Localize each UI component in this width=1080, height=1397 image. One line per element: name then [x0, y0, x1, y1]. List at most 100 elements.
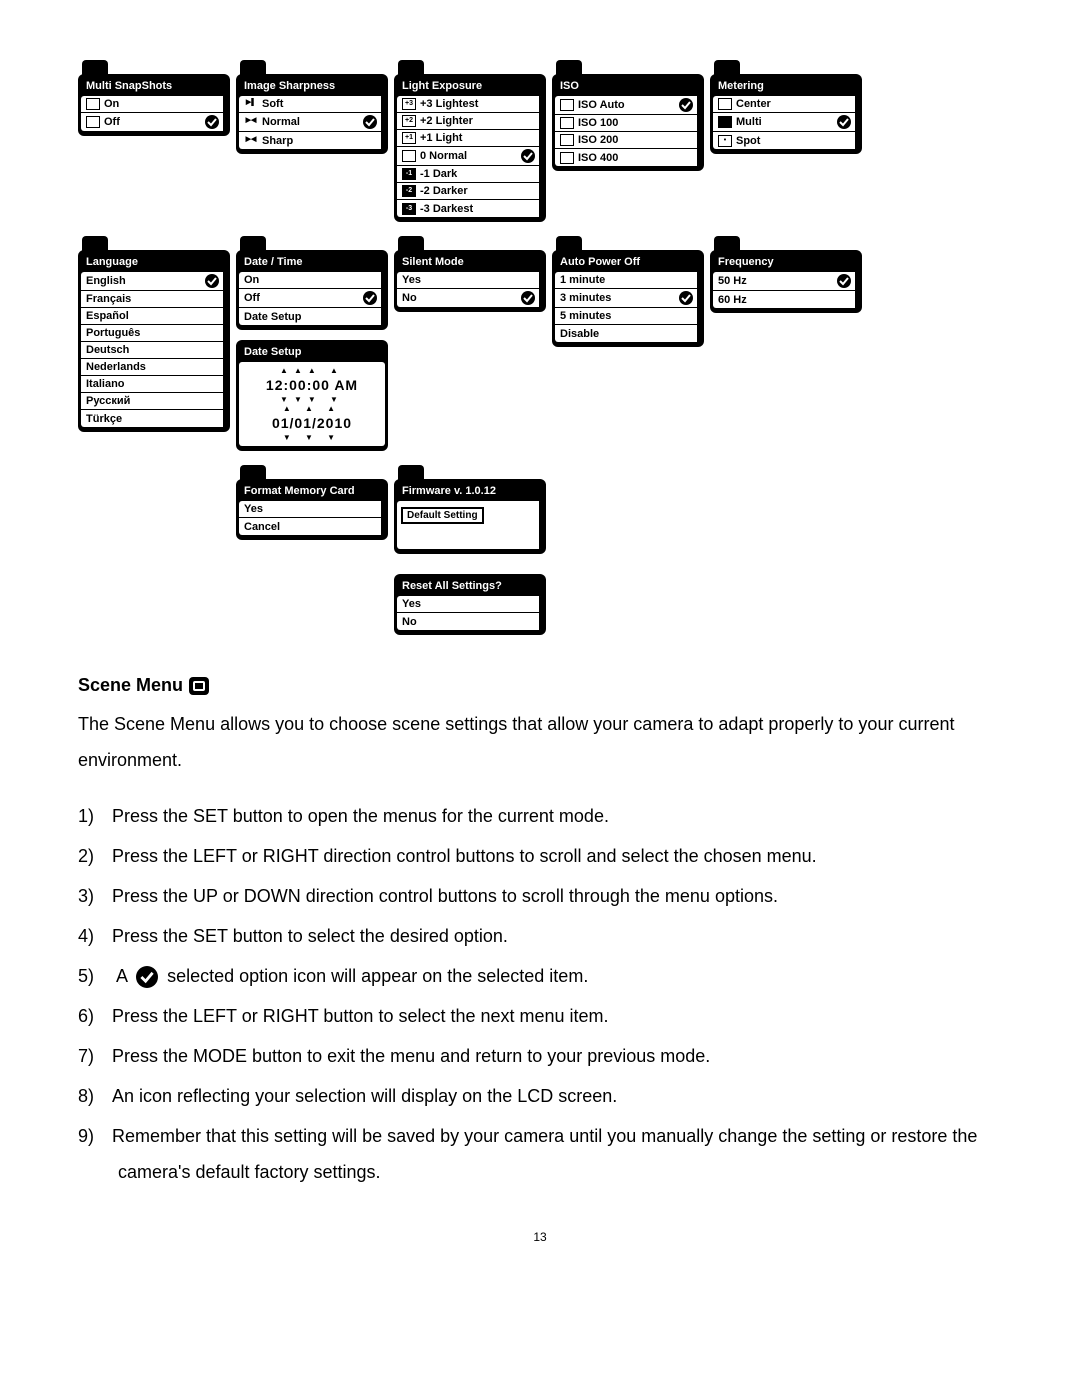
up-arrows-icon: ▲ ▲ ▲	[239, 404, 385, 413]
menu-item-label: No	[402, 616, 417, 628]
up-arrows-icon: ▲▲▲ ▲	[239, 366, 385, 375]
scene-menu-heading: Scene Menu	[78, 675, 1002, 696]
menu-item: Off	[239, 289, 381, 308]
menu-item-label: Off	[244, 292, 260, 304]
mute-icon	[398, 236, 424, 251]
menu-item: Center	[713, 96, 855, 113]
menu-item-label: +2 Lighter	[420, 115, 473, 127]
menu-format-memory-card: Format Memory Card Yes Cancel	[236, 479, 388, 540]
menu-light-exposure: Light Exposure +3+3 Lightest +2+2 Lighte…	[394, 74, 546, 222]
menu-item: • Spot	[713, 132, 855, 149]
menu-item: On	[81, 96, 223, 113]
calendar-icon	[240, 236, 266, 251]
menu-item: Off	[81, 113, 223, 131]
menu-item: Yes	[397, 596, 539, 613]
menu-multi-snapshots: Multi SnapShots On Off	[78, 74, 230, 136]
menu-item-label: Cancel	[244, 521, 280, 533]
menu-item: 50 Hz	[713, 272, 855, 291]
check-icon	[521, 291, 535, 305]
menu-item-label: +1 Light	[420, 132, 462, 144]
menu-title: Firmware v. 1.0.12	[402, 485, 496, 497]
iso-icon	[560, 99, 574, 111]
menu-item: Yes	[397, 272, 539, 289]
menu-item-label: 3 minutes	[560, 292, 611, 304]
menu-item: +2+2 Lighter	[397, 113, 539, 130]
menu-item: ISO 400	[555, 149, 697, 166]
menu-item: Yes	[239, 501, 381, 518]
scene-icon	[189, 677, 209, 695]
menu-item: ▶◀Normal	[239, 113, 381, 132]
iso-icon	[560, 134, 574, 146]
menu-item-label: Français	[86, 293, 131, 305]
menu-title: Multi SnapShots	[86, 80, 172, 92]
menu-item-label: Date Setup	[244, 311, 301, 323]
menu-title: Date Setup	[244, 346, 301, 358]
down-arrows-icon: ▼ ▼ ▼	[239, 433, 385, 442]
menu-item-label: ISO 200	[578, 134, 618, 146]
menu-item-label: 50 Hz	[718, 275, 747, 287]
menu-item: ISO 200	[555, 132, 697, 149]
menu-item-label: Türkçe	[86, 413, 122, 425]
ev-icon: -2	[402, 185, 416, 197]
menu-item: ISO 100	[555, 115, 697, 132]
menu-item-label: Off	[104, 116, 120, 128]
menu-item-label: On	[104, 98, 119, 110]
meter-icon	[714, 60, 740, 75]
menu-item: ISO Auto	[555, 96, 697, 115]
menu-item-label: No	[402, 292, 417, 304]
menu-firmware: Firmware v. 1.0.12 Default Setting	[394, 479, 546, 554]
step-item: Press the SET button to open the menus f…	[78, 798, 1002, 834]
menu-metering: Metering Center Multi •Spot	[710, 74, 862, 154]
menu-item-label: Español	[86, 310, 129, 322]
meter-spot-icon: •	[718, 135, 732, 147]
menu-item: Cancel	[239, 518, 381, 535]
menu-item-label: +3 Lightest	[420, 98, 478, 110]
menu-item: Nederlands	[81, 359, 223, 376]
check-icon	[837, 274, 851, 288]
menu-item-label: On	[244, 274, 259, 286]
ev-icon: -1	[402, 168, 416, 180]
meter-center-icon	[718, 98, 732, 110]
menu-item-label: 0 Normal	[420, 150, 467, 162]
menu-item: Español	[81, 308, 223, 325]
menu-item-label: Русский	[86, 395, 130, 407]
menu-item: On	[239, 272, 381, 289]
menu-item-label: ISO Auto	[578, 99, 625, 111]
menu-item-label: Spot	[736, 135, 760, 147]
menu-item-label: Nederlands	[86, 361, 146, 373]
menu-item: -1-1 Dark	[397, 166, 539, 183]
menu-item-label: Italiano	[86, 378, 125, 390]
iso-icon	[560, 117, 574, 129]
check-icon	[205, 274, 219, 288]
globe-icon	[82, 236, 108, 251]
menu-item: 5 minutes	[555, 308, 697, 325]
iso-icon	[560, 152, 574, 164]
chip-icon	[398, 465, 424, 480]
step-item: Remember that this setting will be saved…	[78, 1118, 1002, 1190]
step-text: A	[116, 966, 127, 986]
menu-date-setup: Date Setup ▲▲▲ ▲ 12:00:00 AM ▼▼▼ ▼ ▲ ▲ ▲…	[236, 340, 388, 451]
step-item: Press the MODE button to exit the menu a…	[78, 1038, 1002, 1074]
menu-title: Silent Mode	[402, 256, 464, 268]
square-icon	[86, 116, 100, 128]
menu-item-label: Sharp	[262, 135, 293, 147]
menu-item-label: Deutsch	[86, 344, 129, 356]
menu-item: Disable	[555, 325, 697, 342]
step-item: Press the UP or DOWN direction control b…	[78, 878, 1002, 914]
menu-item-label: English	[86, 275, 126, 287]
menu-frequency: Frequency 50 Hz 60 Hz	[710, 250, 862, 313]
menu-title: Date / Time	[244, 256, 303, 268]
stack-icon	[82, 60, 108, 75]
hz-icon	[714, 236, 740, 251]
menu-item: ▶◀Sharp	[239, 132, 381, 149]
menu-item-label: Normal	[262, 116, 300, 128]
step-item: An icon reflecting your selection will d…	[78, 1078, 1002, 1114]
check-icon	[205, 115, 219, 129]
menu-item-label: 60 Hz	[718, 294, 747, 306]
menu-date-time: Date / Time On Off Date Setup	[236, 250, 388, 330]
menu-reset-all: Reset All Settings? Yes No	[394, 574, 546, 635]
menu-item: 0 Normal	[397, 147, 539, 166]
check-icon	[679, 291, 693, 305]
menu-item-label: ISO 400	[578, 152, 618, 164]
menu-item-label: 1 minute	[560, 274, 605, 286]
